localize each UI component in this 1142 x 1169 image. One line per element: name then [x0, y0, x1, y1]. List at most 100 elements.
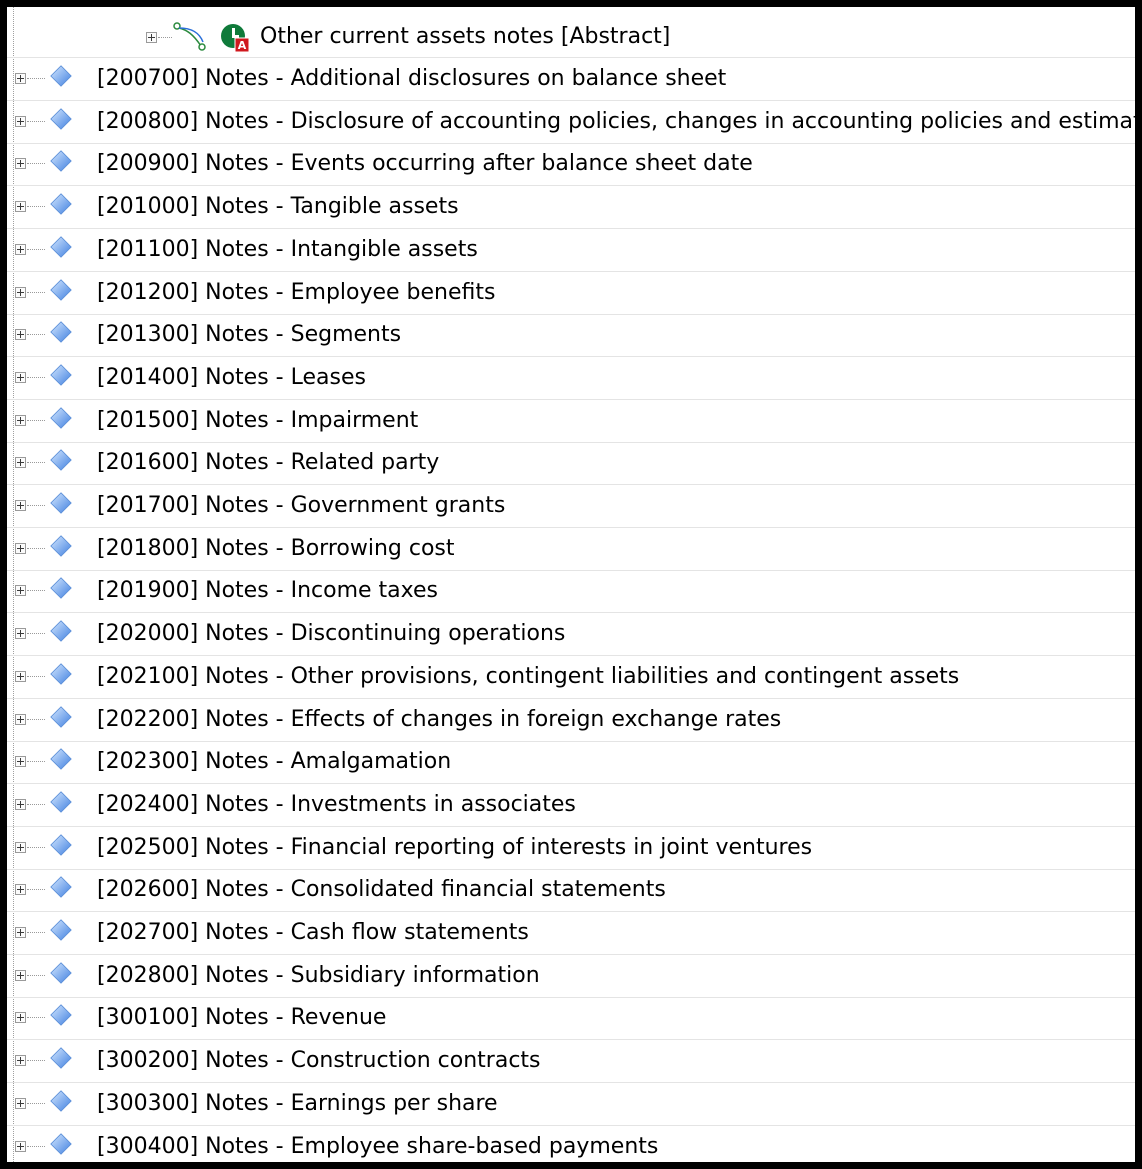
tree-connector: [27, 334, 45, 335]
tree-item-label[interactable]: [201700] Notes - Government grants: [97, 492, 505, 520]
taxonomy-tree[interactable]: A Other current assets notes [Abstract] …: [7, 7, 1135, 1162]
expand-icon[interactable]: [15, 714, 26, 725]
tree-connector: [27, 932, 45, 933]
expand-icon[interactable]: [15, 543, 26, 554]
tree-item-label[interactable]: [201400] Notes - Leases: [97, 364, 366, 392]
svg-text:A: A: [238, 39, 247, 52]
diamond-icon: [50, 706, 72, 728]
expand-icon[interactable]: [15, 585, 26, 596]
tree-item-label[interactable]: [201200] Notes - Employee benefits: [97, 279, 495, 307]
tree-connector: [27, 1146, 45, 1147]
tree-row[interactable]: [202000] Notes - Discontinuing operation…: [7, 613, 1135, 656]
tree-item-label[interactable]: [201600] Notes - Related party: [97, 449, 439, 477]
tree-row[interactable]: [200800] Notes - Disclosure of accountin…: [7, 101, 1135, 144]
tree-item-label[interactable]: [201900] Notes - Income taxes: [97, 577, 438, 605]
diamond-icon: [50, 193, 72, 215]
tree-row[interactable]: [300400] Notes - Employee share-based pa…: [7, 1126, 1135, 1162]
expand-icon[interactable]: [15, 1012, 26, 1023]
window-frame: A Other current assets notes [Abstract] …: [0, 0, 1142, 1169]
tree-item-label[interactable]: [201300] Notes - Segments: [97, 321, 401, 349]
tree-item-label[interactable]: [202700] Notes - Cash flow statements: [97, 919, 529, 947]
tree-connector: [27, 590, 45, 591]
expand-icon[interactable]: [15, 158, 26, 169]
expand-icon[interactable]: [15, 1098, 26, 1109]
tree-row-abstract[interactable]: A Other current assets notes [Abstract]: [7, 7, 1135, 58]
tree-row[interactable]: [201000] Notes - Tangible assets: [7, 186, 1135, 229]
expand-icon[interactable]: [15, 500, 26, 511]
expand-icon[interactable]: [15, 73, 26, 84]
tree-item-label[interactable]: Other current assets notes [Abstract]: [260, 23, 670, 51]
tree-connector: [27, 121, 45, 122]
tree-row[interactable]: [202800] Notes - Subsidiary information: [7, 955, 1135, 998]
tree-connector: [27, 847, 45, 848]
tree-connector: [27, 975, 45, 976]
tree-row[interactable]: [202300] Notes - Amalgamation: [7, 741, 1135, 784]
tree-item-label[interactable]: [200800] Notes - Disclosure of accountin…: [97, 108, 1135, 136]
expand-icon[interactable]: [15, 457, 26, 468]
expand-icon[interactable]: [15, 927, 26, 938]
tree-item-label[interactable]: [300300] Notes - Earnings per share: [97, 1090, 498, 1118]
expand-icon[interactable]: [15, 756, 26, 767]
tree-item-label[interactable]: [201500] Notes - Impairment: [97, 407, 418, 435]
tree-item-label[interactable]: [300400] Notes - Employee share-based pa…: [97, 1133, 658, 1161]
tree-connector: [27, 761, 45, 762]
tree-item-label[interactable]: [202100] Notes - Other provisions, conti…: [97, 663, 959, 691]
tree-item-label[interactable]: [202400] Notes - Investments in associat…: [97, 791, 576, 819]
tree-row[interactable]: [200700] Notes - Additional disclosures …: [7, 58, 1135, 101]
expand-icon[interactable]: [15, 329, 26, 340]
tree-connector: [27, 633, 45, 634]
tree-row[interactable]: [300300] Notes - Earnings per share: [7, 1083, 1135, 1126]
expand-icon[interactable]: [15, 884, 26, 895]
tree-row[interactable]: [200900] Notes - Events occurring after …: [7, 143, 1135, 186]
expand-icon[interactable]: [15, 116, 26, 127]
expand-icon[interactable]: [15, 799, 26, 810]
expand-icon[interactable]: [15, 1055, 26, 1066]
tree-item-label[interactable]: [300200] Notes - Construction contracts: [97, 1047, 541, 1075]
tree-item-label[interactable]: [202500] Notes - Financial reporting of …: [97, 834, 812, 862]
tree-row[interactable]: [201800] Notes - Borrowing cost: [7, 528, 1135, 571]
expand-icon[interactable]: [15, 970, 26, 981]
tree-row[interactable]: [201200] Notes - Employee benefits: [7, 272, 1135, 315]
expand-icon[interactable]: [15, 671, 26, 682]
tree-item-label[interactable]: [202300] Notes - Amalgamation: [97, 748, 451, 776]
tree-item-label[interactable]: [202200] Notes - Effects of changes in f…: [97, 706, 781, 734]
tree-item-label[interactable]: [201100] Notes - Intangible assets: [97, 236, 478, 264]
tree-item-label[interactable]: [201000] Notes - Tangible assets: [97, 193, 459, 221]
expand-icon[interactable]: [15, 1141, 26, 1152]
expand-icon[interactable]: [15, 201, 26, 212]
tree-row[interactable]: [201100] Notes - Intangible assets: [7, 229, 1135, 272]
tree-row[interactable]: [201500] Notes - Impairment: [7, 400, 1135, 443]
tree-item-label[interactable]: [202600] Notes - Consolidated financial …: [97, 876, 666, 904]
expand-icon[interactable]: [15, 372, 26, 383]
expand-icon[interactable]: [15, 287, 26, 298]
tree-row[interactable]: [202500] Notes - Financial reporting of …: [7, 827, 1135, 870]
tree-connector: [27, 377, 45, 378]
tree-connector: [27, 505, 45, 506]
tree-row[interactable]: [201900] Notes - Income taxes: [7, 570, 1135, 613]
tree-row[interactable]: [202700] Notes - Cash flow statements: [7, 912, 1135, 955]
expand-icon[interactable]: [15, 842, 26, 853]
diamond-icon: [50, 108, 72, 130]
tree-row[interactable]: [201700] Notes - Government grants: [7, 485, 1135, 528]
tree-row[interactable]: [201600] Notes - Related party: [7, 442, 1135, 485]
tree-item-label[interactable]: [201800] Notes - Borrowing cost: [97, 535, 455, 563]
tree-row[interactable]: [201300] Notes - Segments: [7, 314, 1135, 357]
expand-icon[interactable]: [15, 415, 26, 426]
tree-row[interactable]: [202400] Notes - Investments in associat…: [7, 784, 1135, 827]
expand-icon[interactable]: [15, 628, 26, 639]
tree-connector: [27, 1017, 45, 1018]
tree-item-label[interactable]: [200700] Notes - Additional disclosures …: [97, 65, 726, 93]
tree-row[interactable]: [202200] Notes - Effects of changes in f…: [7, 699, 1135, 742]
tree-item-label[interactable]: [202800] Notes - Subsidiary information: [97, 962, 540, 990]
tree-row[interactable]: [300100] Notes - Revenue: [7, 997, 1135, 1040]
tree-item-label[interactable]: [200900] Notes - Events occurring after …: [97, 150, 753, 178]
tree-item-label[interactable]: [300100] Notes - Revenue: [97, 1004, 386, 1032]
expand-icon[interactable]: [15, 244, 26, 255]
tree-connector: [27, 1103, 45, 1104]
tree-row[interactable]: [202600] Notes - Consolidated financial …: [7, 869, 1135, 912]
expand-icon[interactable]: [146, 32, 157, 43]
tree-item-label[interactable]: [202000] Notes - Discontinuing operation…: [97, 620, 565, 648]
tree-row[interactable]: [202100] Notes - Other provisions, conti…: [7, 656, 1135, 699]
tree-row[interactable]: [201400] Notes - Leases: [7, 357, 1135, 400]
tree-row[interactable]: [300200] Notes - Construction contracts: [7, 1040, 1135, 1083]
